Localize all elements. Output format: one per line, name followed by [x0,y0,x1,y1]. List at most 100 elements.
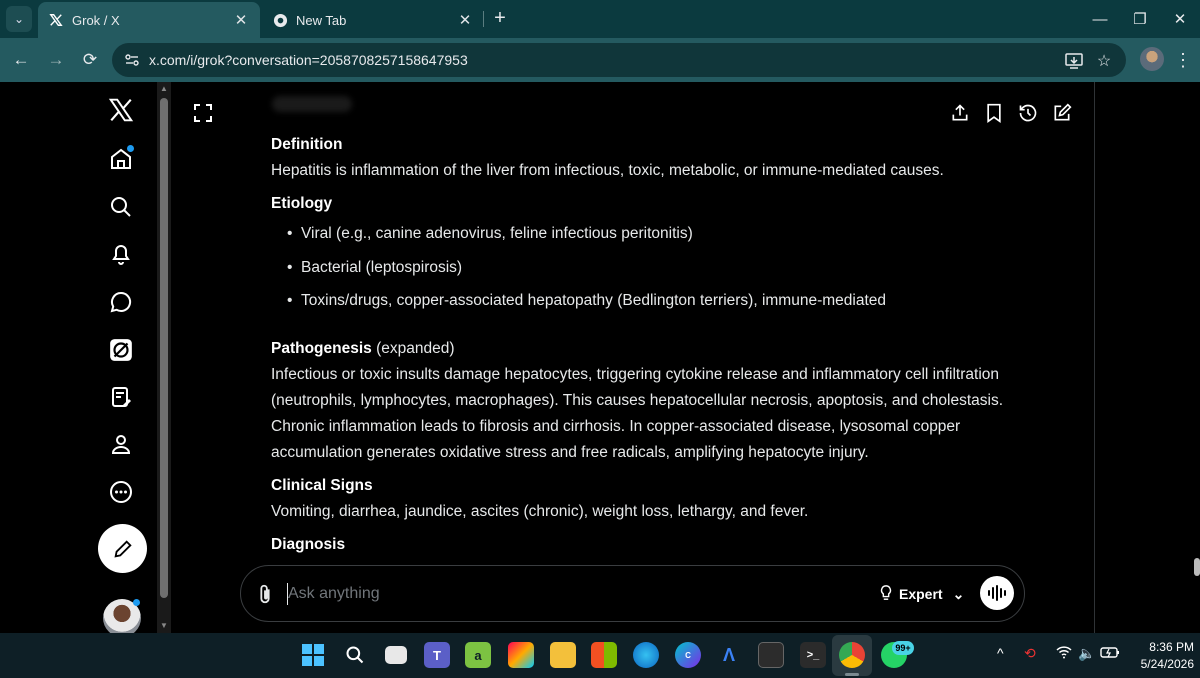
file-explorer-icon[interactable] [550,642,576,668]
start-icon[interactable] [300,642,326,668]
tab-separator [483,11,484,27]
etiology-heading: Etiology [271,195,333,212]
terminal-icon[interactable]: >_ [800,642,826,668]
scroll-down-arrow[interactable]: ▼ [159,621,169,631]
scrollbar-thumb[interactable] [1194,558,1200,576]
volume-icon[interactable]: 🔈 [1078,645,1095,662]
close-tab-icon[interactable]: ✕ [232,11,250,29]
chevron-down-icon: ⌄ [952,585,965,602]
page-viewport: ▲ ▼ Definition Hepatitis is inflammation… [0,82,1200,633]
task-view-icon[interactable] [385,646,407,664]
forward-icon[interactable]: → [43,47,69,73]
account-avatar[interactable] [103,599,141,633]
lists-icon[interactable] [106,382,136,412]
profile-avatar[interactable] [1140,47,1164,71]
history-icon[interactable] [1017,102,1039,124]
back-icon[interactable]: ← [8,47,34,73]
tab-new-tab[interactable]: New Tab ✕ [262,2,484,38]
bookmark-star-icon[interactable]: ☆ [1094,51,1114,71]
notifications-icon[interactable] [106,239,136,269]
compose-icon [113,539,132,558]
chrome-menu-icon[interactable]: ⋮ [1174,47,1192,73]
tray-overflow-icon[interactable]: ^ [997,645,1004,661]
close-tab-icon[interactable]: ✕ [456,11,474,29]
fullscreen-icon[interactable] [194,104,214,124]
tab-search-button[interactable]: ⌄ [6,6,32,32]
sync-icon[interactable]: ⟲ [1024,645,1036,662]
profile-icon[interactable] [106,429,136,459]
grok-conversation: Definition Hepatitis is inflammation of … [172,82,1094,633]
chrome-taskbar-icon[interactable] [839,642,865,668]
install-app-icon[interactable] [1064,51,1084,71]
browser-titlebar: ⌄ Grok / X ✕ New Tab ✕ + — ❐ ✕ [0,0,1200,38]
address-bar[interactable]: x.com/i/grok?conversation=20587082571586… [112,43,1126,77]
battery-icon[interactable] [1100,645,1120,662]
share-icon[interactable] [949,102,971,124]
list-item: Bacterial (leptospirosis) [271,255,1011,289]
new-chat-icon[interactable] [1051,102,1073,124]
scroll-up-arrow[interactable]: ▲ [159,84,169,94]
definition-text: Hepatitis is inflammation of the liver f… [271,162,944,179]
sidebar [90,82,156,633]
mode-label: Expert [899,586,943,602]
reload-icon[interactable]: ⟳ [77,47,103,73]
canva-icon[interactable]: C [675,642,701,668]
scrollbar-thumb[interactable] [160,98,168,598]
clock-date: 5/24/2026 [1140,657,1194,671]
voice-mode-button[interactable] [980,576,1014,610]
browser-toolbar: ← → ⟳ x.com/i/grok?conversation=20587082… [0,38,1200,82]
column-divider [1094,82,1095,633]
app-icon[interactable]: a [465,642,491,668]
ask-input[interactable] [288,580,808,608]
sidebar-scrollbar[interactable]: ▲ ▼ [157,82,171,633]
x-logo-icon[interactable] [106,95,136,125]
minimize-icon[interactable]: — [1082,6,1118,32]
clock-time: 8:36 PM [1149,640,1194,654]
windows-taskbar: T a C Λ >_ 99+ ^ ⟲ 🔈 8:36 PM 5/24/2026 [0,633,1200,678]
edge-icon[interactable] [633,642,659,668]
audio-wave-icon [988,585,1006,601]
teams-icon[interactable]: T [424,642,450,668]
definition-heading: Definition [271,136,343,153]
response-content: Definition Hepatitis is inflammation of … [271,132,1011,558]
davinci-icon[interactable] [758,642,784,668]
url-text: x.com/i/grok?conversation=20587082571586… [149,52,468,68]
notification-dot [133,599,140,606]
unread-badge: 99+ [892,641,914,655]
active-indicator [845,673,859,676]
page-scrollbar[interactable] [1194,82,1200,633]
chat-composer: Expert ⌄ [240,565,1025,622]
notification-dot [127,145,134,152]
messages-icon[interactable] [106,287,136,317]
clinical-signs-heading: Clinical Signs [271,476,373,494]
copilot-icon[interactable] [508,642,534,668]
pathogenesis-text: Infectious or toxic insults damage hepat… [271,365,1004,461]
restore-icon[interactable]: ❐ [1122,6,1158,32]
chrome-favicon-icon [272,12,288,28]
site-info-icon[interactable] [124,52,140,68]
more-icon[interactable] [106,477,136,507]
grok-icon[interactable] [106,335,136,365]
tab-title: New Tab [296,12,347,28]
new-tab-button[interactable]: + [488,8,512,30]
diagnosis-heading: Diagnosis [271,535,346,553]
list-item: Toxins/drugs, copper-associated hepatopa… [271,288,1011,322]
pathogenesis-suffix: (expanded) [371,339,455,357]
app-a-icon[interactable]: Λ [716,642,742,668]
system-clock[interactable]: 8:36 PM 5/24/2026 [1128,639,1194,673]
home-icon[interactable] [106,144,136,174]
pathogenesis-title: Pathogenesis (expanded) [271,336,1011,362]
etiology-list: Viral (e.g., canine adenovirus, feline i… [271,221,1011,322]
mode-selector[interactable]: Expert ⌄ [879,580,964,608]
taskbar-search-icon[interactable] [342,642,368,668]
compose-post-button[interactable] [98,524,147,573]
tab-grok[interactable]: Grok / X ✕ [38,2,260,38]
search-icon[interactable] [106,192,136,222]
x-favicon-icon [48,12,64,28]
close-window-icon[interactable]: ✕ [1162,6,1198,32]
bookmark-icon[interactable] [983,102,1005,124]
lightbulb-icon [879,584,893,604]
microsoft-store-icon[interactable] [591,642,617,668]
wifi-icon[interactable] [1056,645,1072,662]
attach-icon[interactable] [257,583,277,605]
